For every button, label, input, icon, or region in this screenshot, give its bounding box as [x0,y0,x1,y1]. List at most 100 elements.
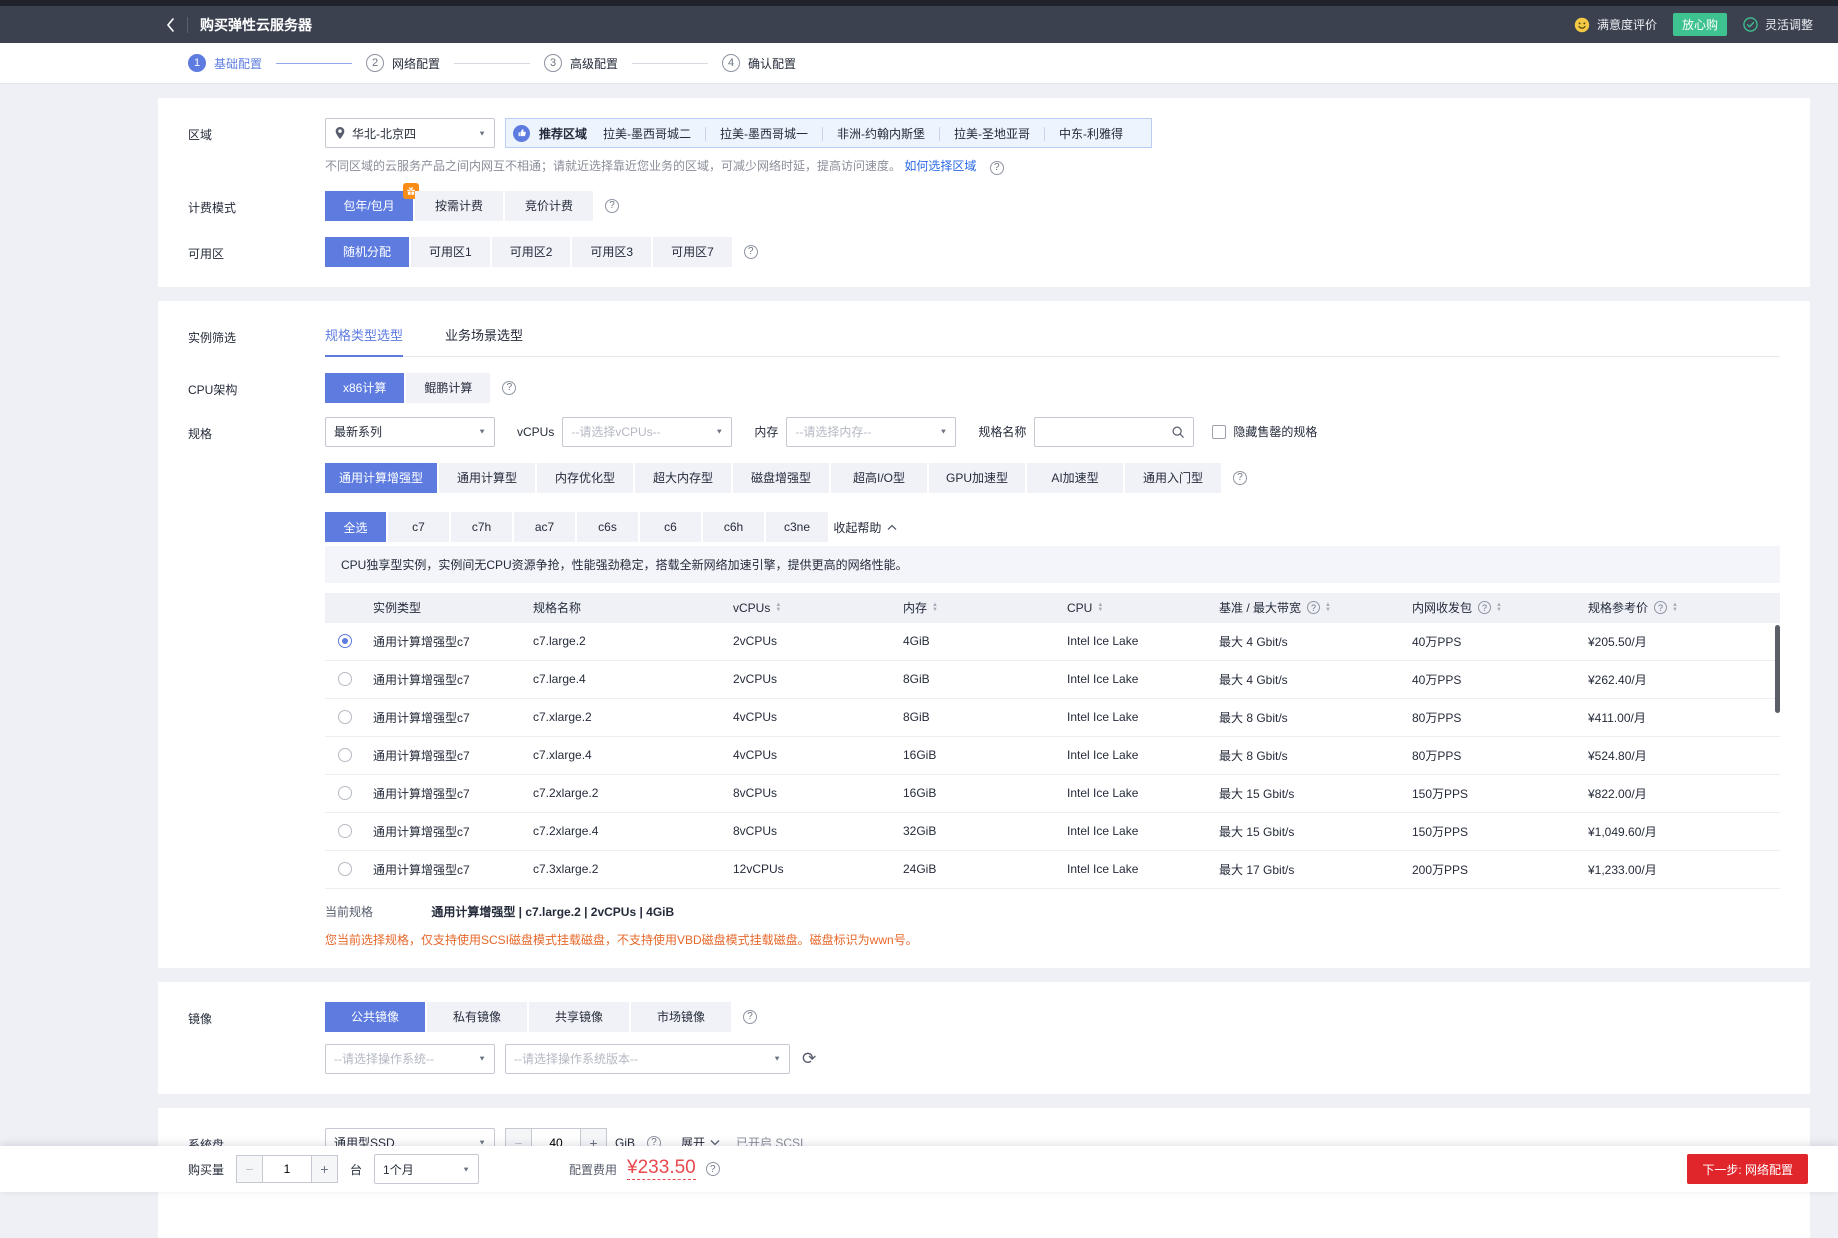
column-header[interactable]: 基准 / 最大带宽?▲▼ [1219,599,1412,616]
family-tab[interactable]: 通用计算型 [439,463,535,493]
cpu-arch-question-icon[interactable]: ? [502,381,516,395]
spec-table-row[interactable]: 通用计算增强型c7c7.xlarge.44vCPUs16GiBIntel Ice… [325,737,1780,775]
series-select[interactable]: 最新系列 ▼ [325,417,495,447]
refresh-icon[interactable]: ⟳ [802,1050,816,1067]
os-version-select[interactable]: --请选择操作系统版本-- ▼ [505,1044,790,1074]
image-question-icon[interactable]: ? [743,1010,757,1024]
family-tab[interactable]: AI加速型 [1027,463,1123,493]
quantity-input[interactable] [262,1155,312,1183]
recommend-region-link[interactable]: 非洲-约翰内斯堡 [822,127,939,141]
sort-icon[interactable]: ▲▼ [1672,603,1678,613]
column-header[interactable]: 规格名称 [533,599,733,616]
spec-name-search[interactable] [1034,417,1194,447]
search-icon[interactable] [1171,425,1185,439]
column-header[interactable]: 规格参考价?▲▼ [1588,599,1780,616]
recommend-region-link[interactable]: 拉美-墨西哥城一 [705,127,822,141]
row-radio[interactable] [338,634,352,648]
sub-tab[interactable]: c6h [703,512,764,542]
sort-icon[interactable]: ▲▼ [1325,603,1331,613]
column-header[interactable]: 内网收发包?▲▼ [1412,599,1588,616]
sub-tab[interactable]: c3ne [766,512,828,542]
az-option[interactable]: 随机分配 [325,237,409,267]
image-tab[interactable]: 共享镜像 [529,1002,629,1032]
table-scrollbar[interactable] [1775,625,1780,713]
recommend-region-link[interactable]: 中东-利雅得 [1044,127,1137,141]
hide-soldout-toggle[interactable]: 隐藏售罄的规格 [1212,423,1317,440]
family-tab[interactable]: 通用计算增强型 [325,463,437,493]
billing-option[interactable]: 包年/包月 [325,191,413,221]
image-tab[interactable]: 市场镜像 [631,1002,731,1032]
column-help-icon[interactable]: ? [1478,601,1491,614]
row-radio[interactable] [338,786,352,800]
billing-option[interactable]: 按需计费 [415,191,503,221]
assure-badge[interactable]: 放心购 [1673,13,1727,36]
az-option[interactable]: 可用区2 [492,237,571,267]
az-option[interactable]: 可用区1 [411,237,490,267]
row-radio[interactable] [338,672,352,686]
image-tab[interactable]: 公共镜像 [325,1002,425,1032]
az-option[interactable]: 可用区3 [572,237,651,267]
column-help-icon[interactable]: ? [1307,601,1320,614]
spec-table-row[interactable]: 通用计算增强型c7c7.large.42vCPUs8GiBIntel Ice L… [325,661,1780,699]
region-question-icon[interactable]: ? [990,161,1004,175]
satisfaction-link[interactable]: 满意度评价 [1597,16,1657,33]
family-tab[interactable]: 超高I/O型 [831,463,927,493]
recommend-region-link[interactable]: 拉美-圣地亚哥 [939,127,1044,141]
billing-option[interactable]: 竞价计费 [505,191,593,221]
fee-value[interactable]: ¥233.50 [627,1158,696,1180]
column-help-icon[interactable]: ? [1654,601,1667,614]
duration-select[interactable]: 1个月 ▼ [374,1154,479,1184]
az-question-icon[interactable]: ? [744,245,758,259]
sort-icon[interactable]: ▲▼ [775,603,781,613]
column-header[interactable]: vCPUs▲▼ [733,601,903,615]
back-icon[interactable] [165,17,175,33]
sub-tab[interactable]: ac7 [514,512,575,542]
billing-question-icon[interactable]: ? [605,199,619,213]
filter-tab[interactable]: 业务场景选型 [445,325,523,356]
region-help-link[interactable]: 如何选择区域 [904,159,976,173]
sub-tab[interactable]: c7h [451,512,512,542]
os-select[interactable]: --请选择操作系统-- ▼ [325,1044,495,1074]
quantity-minus-button[interactable]: − [236,1155,262,1183]
family-tab[interactable]: 内存优化型 [537,463,633,493]
az-option[interactable]: 可用区7 [653,237,732,267]
cpu-arch-option[interactable]: x86计算 [325,373,404,403]
vcpus-select[interactable]: --请选择vCPUs-- ▼ [562,417,732,447]
sub-tab[interactable]: 全选 [325,512,386,542]
family-tab[interactable]: 磁盘增强型 [733,463,829,493]
spec-table-row[interactable]: 通用计算增强型c7c7.xlarge.24vCPUs8GiBIntel Ice … [325,699,1780,737]
family-tab[interactable]: 超大内存型 [635,463,731,493]
spec-table-row[interactable]: 通用计算增强型c7c7.3xlarge.212vCPUs24GiBIntel I… [325,851,1780,889]
row-radio[interactable] [338,862,352,876]
cpu-arch-option[interactable]: 鲲鹏计算 [406,373,490,403]
image-tab[interactable]: 私有镜像 [427,1002,527,1032]
spec-table-row[interactable]: 通用计算增强型c7c7.2xlarge.48vCPUs32GiBIntel Ic… [325,813,1780,851]
flexible-adjust-link[interactable]: 灵活调整 [1765,16,1813,33]
column-header[interactable]: 实例类型 [373,599,533,616]
column-header[interactable]: 内存▲▼ [903,599,1067,616]
family-tab[interactable]: 通用入门型 [1125,463,1221,493]
sub-tab[interactable]: c6 [640,512,701,542]
memory-select[interactable]: --请选择内存-- ▼ [786,417,956,447]
sub-tab[interactable]: c6s [577,512,638,542]
sort-icon[interactable]: ▲▼ [1496,603,1502,613]
quantity-plus-button[interactable]: + [312,1155,338,1183]
region-select[interactable]: 华北-北京四 ▼ [325,118,495,148]
next-step-button[interactable]: 下一步: 网络配置 [1687,1154,1808,1184]
family-question-icon[interactable]: ? [1233,471,1247,485]
recommend-region-link[interactable]: 拉美-墨西哥城二 [589,127,705,141]
hide-soldout-checkbox[interactable] [1212,425,1226,439]
column-header[interactable]: CPU▲▼ [1067,601,1219,615]
collapse-help-link[interactable]: 收起帮助 [833,519,897,536]
row-radio[interactable] [338,710,352,724]
filter-tab[interactable]: 规格类型选型 [325,325,403,357]
fee-question-icon[interactable]: ? [706,1162,720,1176]
sort-icon[interactable]: ▲▼ [1097,603,1103,613]
sub-tab[interactable]: c7 [388,512,449,542]
sort-icon[interactable]: ▲▼ [932,603,938,613]
spec-name-input[interactable] [1043,425,1171,439]
row-radio[interactable] [338,824,352,838]
row-radio[interactable] [338,748,352,762]
spec-table-row[interactable]: 通用计算增强型c7c7.large.22vCPUs4GiBIntel Ice L… [325,623,1780,661]
family-tab[interactable]: GPU加速型 [929,463,1025,493]
